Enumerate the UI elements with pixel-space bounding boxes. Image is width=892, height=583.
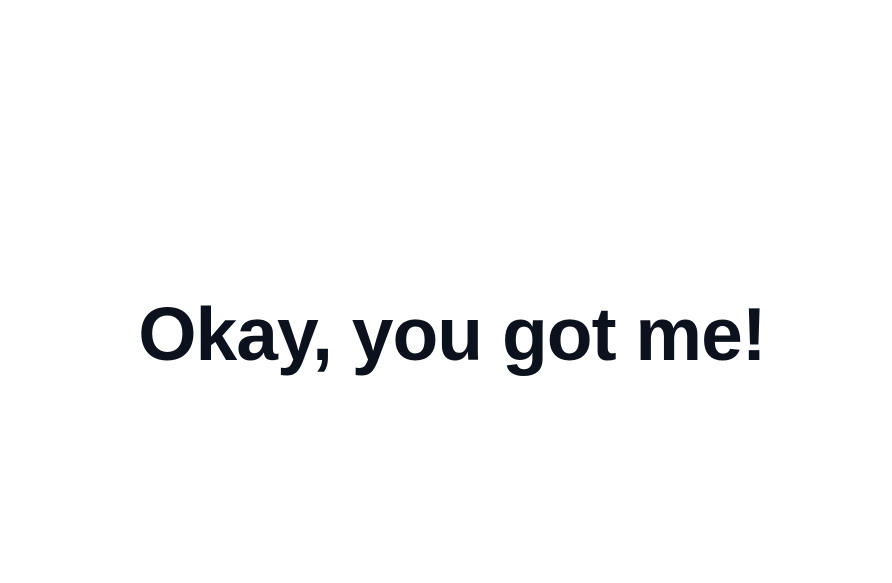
page: Okay, you got me! xyxy=(0,0,892,583)
page-headline: Okay, you got me! xyxy=(138,292,767,376)
